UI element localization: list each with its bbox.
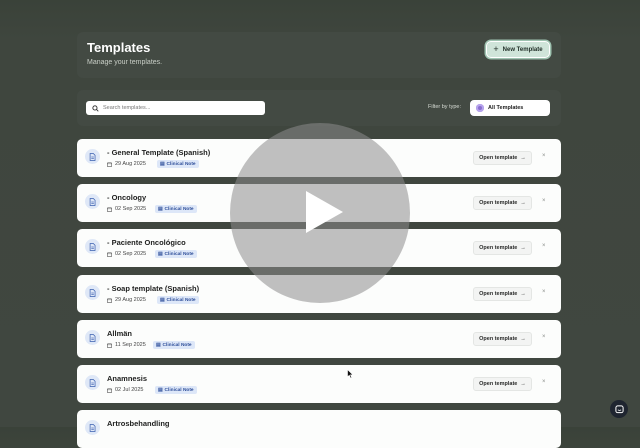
calendar-icon	[107, 298, 112, 303]
delete-template-icon[interactable]: ×	[542, 379, 546, 385]
open-template-button[interactable]: Open template →	[473, 377, 532, 391]
template-card[interactable]: Artrosbehandling	[77, 410, 561, 448]
delete-template-icon[interactable]: ×	[542, 153, 546, 159]
document-icon	[85, 239, 100, 254]
template-title[interactable]: Allmän	[107, 329, 132, 338]
template-type-badge: ▤ Clinical Note	[155, 205, 197, 213]
template-card[interactable]: Anamnesis 02 Jul 2025 ▤ Clinical Note Open t…	[77, 365, 561, 403]
calendar-icon	[107, 343, 112, 348]
note-icon: ▤	[158, 387, 163, 393]
delete-template-icon[interactable]: ×	[542, 334, 546, 340]
open-template-button[interactable]: Open template →	[473, 332, 532, 346]
template-type-label: Clinical Note	[166, 297, 196, 303]
template-date: 02 Sep 2025	[115, 251, 147, 257]
template-date: 11 Sep 2025	[115, 342, 146, 348]
arrow-right-icon: →	[520, 381, 526, 387]
template-type-badge: ▤ Clinical Note	[157, 296, 199, 304]
note-icon: ▤	[156, 342, 161, 348]
open-template-label: Open template	[479, 336, 518, 342]
template-type-badge: ▤ Clinical Note	[155, 250, 197, 258]
open-template-button[interactable]: Open template →	[473, 241, 532, 255]
template-date: 29 Aug 2025	[115, 297, 146, 303]
template-type-badge: ▤ Clinical Note	[157, 160, 199, 168]
new-template-button[interactable]: + New Template	[486, 41, 550, 58]
filter-type-value: All Templates	[488, 105, 524, 111]
open-template-label: Open template	[479, 155, 518, 161]
delete-template-icon[interactable]: ×	[542, 289, 546, 295]
chat-icon	[614, 404, 624, 413]
document-icon	[85, 285, 100, 300]
template-title[interactable]: - Oncology	[107, 193, 146, 202]
search-box[interactable]	[86, 101, 265, 115]
template-type-label: Clinical Note	[166, 161, 196, 167]
filter-label: Filter by type:	[428, 104, 462, 110]
arrow-right-icon: →	[520, 155, 526, 161]
mouse-cursor-icon	[347, 369, 354, 379]
play-icon	[306, 191, 343, 233]
note-icon: ▤	[158, 206, 163, 212]
template-type-label: Clinical Note	[164, 206, 194, 212]
template-type-label: Clinical Note	[164, 387, 194, 393]
video-play-overlay[interactable]	[230, 123, 410, 303]
delete-template-icon[interactable]: ×	[542, 243, 546, 249]
template-title[interactable]: - Soap template (Spanish)	[107, 284, 199, 293]
template-title[interactable]: - Paciente Oncológico	[107, 238, 186, 247]
calendar-icon	[107, 388, 112, 393]
plus-icon: +	[493, 44, 499, 54]
calendar-icon	[107, 252, 112, 257]
chat-button[interactable]	[610, 400, 628, 418]
template-type-badge: ▤ Clinical Note	[155, 386, 197, 394]
template-title[interactable]: - General Template (Spanish)	[107, 148, 210, 157]
filter-type-select[interactable]: All Templates	[470, 100, 550, 116]
search-icon	[92, 104, 99, 112]
open-template-button[interactable]: Open template →	[473, 287, 532, 301]
new-template-label: New Template	[502, 46, 543, 53]
search-input[interactable]	[103, 105, 253, 111]
open-template-button[interactable]: Open template →	[473, 151, 532, 165]
open-template-label: Open template	[479, 381, 518, 387]
arrow-right-icon: →	[520, 291, 526, 297]
document-icon	[85, 420, 100, 435]
template-type-badge: ▤ Clinical Note	[153, 341, 195, 349]
document-icon	[85, 149, 100, 164]
calendar-icon	[107, 162, 112, 167]
template-date: 29 Aug 2025	[115, 161, 146, 167]
document-icon	[85, 375, 100, 390]
note-icon: ▤	[160, 161, 165, 167]
note-icon: ▤	[160, 297, 165, 303]
template-type-label: Clinical Note	[164, 251, 194, 257]
filter-type-icon	[476, 104, 484, 112]
template-date: 02 Sep 2025	[115, 206, 147, 212]
page-title: Templates	[87, 40, 151, 55]
template-date: 02 Jul 2025	[115, 387, 144, 393]
document-icon	[85, 330, 100, 345]
arrow-right-icon: →	[520, 200, 526, 206]
open-template-label: Open template	[479, 291, 518, 297]
note-icon: ▤	[158, 251, 163, 257]
template-card[interactable]: Allmän 11 Sep 2025 ▤ Clinical Note Open temp…	[77, 320, 561, 358]
template-type-label: Clinical Note	[162, 342, 192, 348]
arrow-right-icon: →	[520, 245, 526, 251]
template-title[interactable]: Anamnesis	[107, 374, 147, 383]
open-template-button[interactable]: Open template →	[473, 196, 532, 210]
open-template-label: Open template	[479, 245, 518, 251]
open-template-label: Open template	[479, 200, 518, 206]
delete-template-icon[interactable]: ×	[542, 198, 546, 204]
page-subtitle: Manage your templates.	[87, 59, 163, 66]
arrow-right-icon: →	[520, 336, 526, 342]
calendar-icon	[107, 207, 112, 212]
document-icon	[85, 194, 100, 209]
